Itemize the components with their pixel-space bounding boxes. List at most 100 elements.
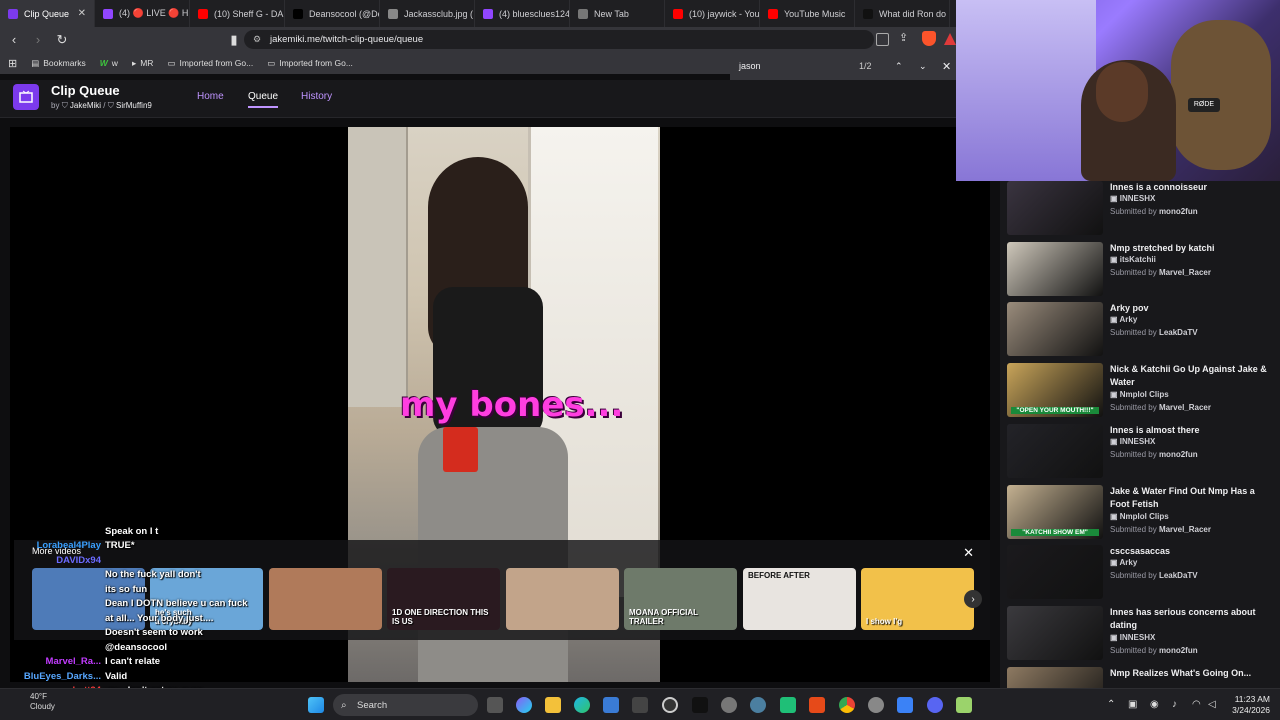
browser-tab[interactable]: Jackassclub.jpg ( [380,0,475,27]
find-input[interactable]: jason [739,61,761,71]
queue-item-thumbnail[interactable]: "WAIT..." [1007,666,1103,688]
queue-item[interactable]: csccsasaccas ▣ Arky Submitted by LeakDaTV [1007,545,1275,601]
chat-username[interactable]: DAVIDx94 [0,555,105,566]
close-icon[interactable]: ✕ [963,545,974,561]
site-info-icon[interactable]: ⚙ [253,34,261,45]
chat-username[interactable]: Marvel_Ra... [0,656,105,667]
browser-tab[interactable]: What did Ron do [855,0,950,27]
browser-tab[interactable]: New Tab [570,0,665,27]
settings-icon[interactable] [721,697,737,713]
browser-tab[interactable]: Clip Queue ✕ [0,0,95,27]
author-link[interactable]: JakeMiki [70,101,101,110]
wifi-icon[interactable]: ◠ [1192,699,1201,710]
volume-icon[interactable]: ◁ [1208,699,1216,710]
apps-grid-icon[interactable]: ⊞ [8,57,17,70]
microphone-icon[interactable]: ♪ [1172,699,1177,710]
share-icon[interactable]: ⇪ [899,31,908,44]
tray-chevron-icon[interactable]: ⌃ [1107,699,1115,710]
queue-item-channel[interactable]: ▣ Arky [1110,315,1137,324]
file-explorer-icon[interactable] [545,697,561,713]
more-videos-thumbnail[interactable]: MOANA OFFICIAL TRAILER [624,568,737,630]
queue-item-channel[interactable]: ▣ itsKatchii [1110,255,1156,264]
queue-item-thumbnail[interactable] [1007,302,1103,357]
calculator-icon[interactable] [632,697,648,713]
forward-icon[interactable]: › [28,32,48,47]
chat-username[interactable]: Lorabeal4Play [0,540,105,551]
queue-item-channel[interactable]: ▣ INNESHX [1110,437,1155,446]
chrome-icon[interactable] [839,697,855,713]
taskbar-search[interactable]: ⌕ Search [333,694,478,716]
queue-item[interactable]: "WAIT..." Nmp Realizes What's Going On...… [1007,666,1275,688]
bookmark-item[interactable]: ▤ Bookmarks [31,58,86,69]
queue-item[interactable]: "OPEN YOUR MOUTH!!!" Nick & Katchii Go Up… [1007,363,1275,419]
more-videos-thumbnail[interactable] [269,568,382,630]
queue-item-thumbnail[interactable] [1007,241,1103,296]
task-view-icon[interactable] [487,697,503,713]
queue-item-channel[interactable]: ▣ Nmplol Clips [1110,390,1169,399]
browser-tab[interactable]: (4) 🔴 LIVE 🔴 HER [95,0,190,27]
find-next-icon[interactable]: ⌄ [919,61,927,72]
browser-tab[interactable]: YouTube Music [760,0,855,27]
edge-icon[interactable] [574,697,590,713]
reload-icon[interactable]: ↻ [52,32,72,48]
queue-item-thumbnail[interactable] [1007,181,1103,235]
url-field[interactable]: ⚙ jakemiki.me/twitch-clip-queue/queue [244,30,874,49]
queue-item-channel[interactable]: ▣ Nmplol Clips [1110,512,1169,521]
nav-queue[interactable]: Queue [248,91,279,108]
bookmark-item[interactable]: ▸ MR [132,58,154,69]
chat-username[interactable]: BluEyes_Darks... [0,671,105,682]
copilot-icon[interactable] [516,697,532,713]
author-link[interactable]: SirMuffin9 [116,101,152,110]
more-videos-thumbnail[interactable]: I show I'g [861,568,974,630]
tab-close-icon[interactable]: ✕ [78,8,86,19]
find-close-icon[interactable]: ✕ [942,60,951,73]
browser-tab[interactable]: Deansocool (@De [285,0,380,27]
weather-widget[interactable]: 40°F Cloudy [30,692,55,712]
queue-item-thumbnail[interactable]: "KATCHII SHOW EM" [1007,484,1103,539]
queue-item-thumbnail[interactable]: "OPEN YOUR MOUTH!!!" [1007,363,1103,418]
app-icon[interactable] [750,697,766,713]
find-prev-icon[interactable]: ⌃ [895,61,903,72]
brave-rewards-icon[interactable] [944,33,956,45]
queue-item[interactable]: Innes has serious concerns about dating ▣… [1007,605,1275,662]
queue-item[interactable]: "KATCHII SHOW EM" Jake & Water Find Out N… [1007,484,1275,541]
queue-item[interactable]: Nmp stretched by katchi ▣ itsKatchii Submi… [1007,241,1275,298]
store-icon[interactable] [603,697,619,713]
more-videos-thumbnail[interactable]: 1D ONE DIRECTION THIS IS US [387,568,500,630]
queue-item[interactable]: Innes is a connoisseur ▣ INNESHX Submitted… [1007,181,1275,237]
browser-tab[interactable]: (10) jaywick - You [665,0,760,27]
app-icon[interactable] [809,697,825,713]
browser-tab[interactable]: (10) Sheff G - DA [190,0,285,27]
windows-start-icon[interactable] [308,697,324,713]
app-icon[interactable] [868,697,884,713]
tray-app-icon[interactable]: ◉ [1150,699,1159,710]
queue-item[interactable]: Innes is almost there ▣ INNESHX Submitted … [1007,423,1275,480]
queue-item-thumbnail[interactable] [1007,545,1103,600]
tab-search-icon[interactable] [876,33,889,46]
bookmark-folder[interactable]: ▭ Imported from Go... [267,58,353,69]
notepad-icon[interactable] [956,697,972,713]
discord-icon[interactable] [927,697,943,713]
tray-app-icon[interactable]: ▣ [1128,699,1137,710]
queue-item-thumbnail[interactable] [1007,605,1103,660]
app-icon[interactable] [780,697,796,713]
bookmark-item[interactable]: Ww [100,58,118,68]
clip-queue-logo-icon[interactable] [13,84,39,110]
app-icon[interactable] [692,697,708,713]
queue-item-thumbnail[interactable] [1007,423,1103,478]
queue-item-channel[interactable]: ▣ INNESHX [1110,194,1155,203]
bookmark-folder[interactable]: ▭ Imported from Go... [167,58,253,69]
queue-item[interactable]: Arky pov ▣ Arky Submitted by LeakDaTV [1007,302,1275,358]
more-videos-thumbnail[interactable] [506,568,619,630]
photos-icon[interactable] [897,697,913,713]
back-icon[interactable]: ‹ [4,32,24,47]
browser-tab[interactable]: (4) bluesclues124 [475,0,570,27]
queue-item-channel[interactable]: ▣ Arky [1110,558,1137,567]
chevron-right-icon[interactable]: › [964,590,982,608]
bookmark-icon[interactable]: ▮ [224,32,244,48]
obs-icon[interactable] [662,697,678,713]
nav-home[interactable]: Home [197,91,224,102]
system-clock[interactable]: 11:23 AM 3/24/2026 [1232,694,1270,716]
nav-history[interactable]: History [301,91,332,102]
queue-item-channel[interactable]: ▣ INNESHX [1110,633,1155,642]
